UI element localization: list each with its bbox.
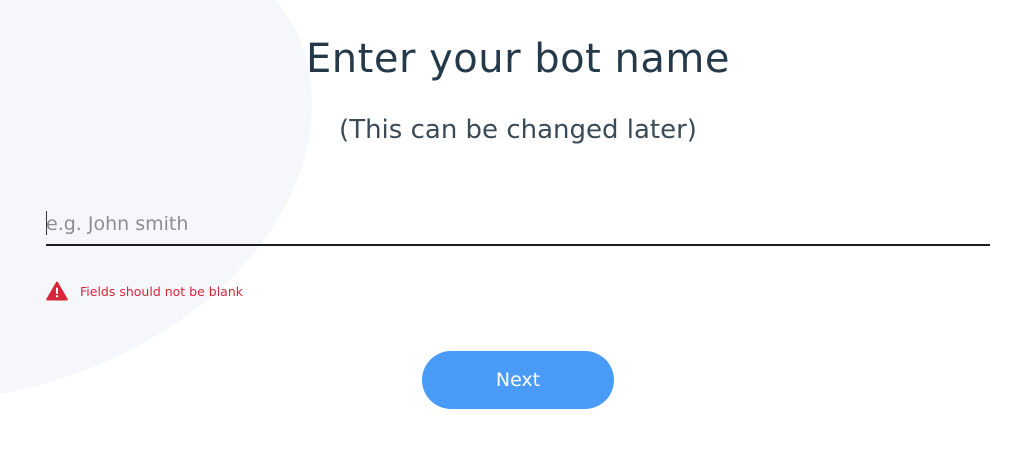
page-subtitle: (This can be changed later) <box>339 115 697 145</box>
validation-error: Fields should not be blank <box>46 281 243 301</box>
validation-message: Fields should not be blank <box>80 283 243 299</box>
bot-name-input[interactable] <box>46 204 990 246</box>
text-caret <box>46 211 47 235</box>
page-title: Enter your bot name <box>306 36 730 82</box>
bot-name-form: Enter your bot name (This can be changed… <box>0 0 1024 422</box>
next-button[interactable]: Next <box>422 351 614 409</box>
warning-triangle-icon <box>46 281 68 301</box>
